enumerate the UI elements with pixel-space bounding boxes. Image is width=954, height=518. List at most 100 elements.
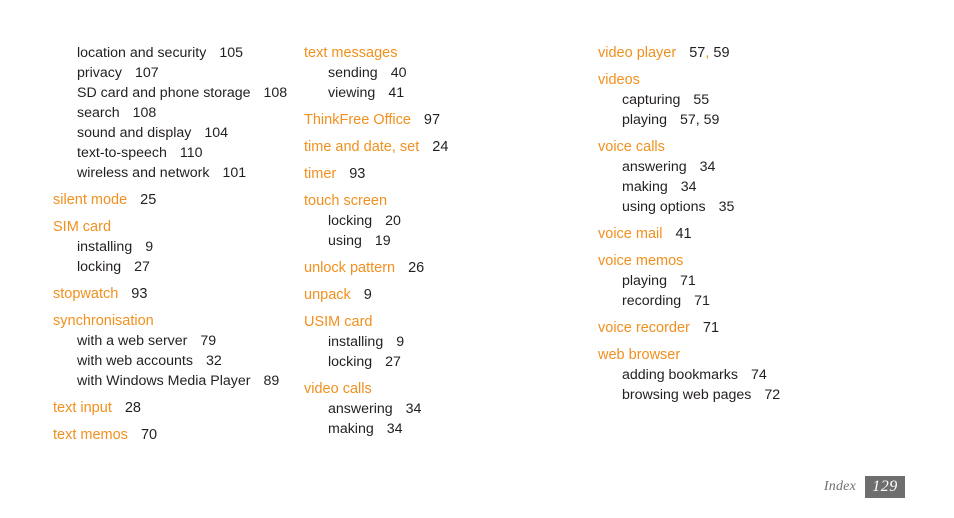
- index-subentry-list: playing 71 recording 71: [598, 271, 954, 311]
- index-entry-heading[interactable]: ThinkFree Office 97: [304, 110, 585, 130]
- index-entry-heading[interactable]: touch screen: [304, 191, 585, 211]
- index-entry-term: video calls: [304, 381, 372, 397]
- index-entry-heading[interactable]: voice calls: [598, 137, 954, 157]
- index-subentry-label: using options: [622, 199, 706, 215]
- index-entry: touch screen locking 20 using 19: [304, 191, 585, 251]
- index-entry-heading[interactable]: text memos 70: [53, 425, 292, 445]
- index-entry: location and security 105 privacy 107 SD car…: [53, 43, 292, 183]
- index-subentry[interactable]: playing 57, 59: [598, 110, 954, 130]
- index-subentry[interactable]: recording 71: [598, 291, 954, 311]
- index-entry: text input 28: [53, 398, 292, 418]
- index-entry-pages: 25: [140, 192, 157, 208]
- index-subentry-label: with a web server: [77, 333, 188, 349]
- index-subentry[interactable]: location and security 105: [53, 43, 292, 63]
- index-subentry-label: installing: [77, 239, 133, 255]
- index-subentry-label: using: [328, 233, 362, 249]
- footer-section-label: Index: [823, 479, 856, 494]
- index-entry-heading[interactable]: voice memos: [598, 251, 954, 271]
- index-subentry-label: capturing: [622, 92, 681, 108]
- index-entry-heading[interactable]: SIM card: [53, 217, 292, 237]
- index-entry-term: voice mail: [598, 226, 663, 242]
- index-entry-heading[interactable]: unlock pattern 26: [304, 258, 585, 278]
- index-subentry[interactable]: SD card and phone storage 108: [53, 83, 292, 103]
- index-subentry[interactable]: using 19: [304, 231, 585, 251]
- index-subentry[interactable]: playing 71: [598, 271, 954, 291]
- index-entry-term: SIM card: [53, 219, 112, 235]
- index-subentry[interactable]: making 34: [304, 419, 585, 439]
- index-subentry-label: text-to-speech: [77, 145, 167, 161]
- index-entry-heading[interactable]: stopwatch 93: [53, 284, 292, 304]
- index-entry-heading[interactable]: synchronisation: [53, 311, 292, 331]
- index-subentry-label: SD card and phone storage: [77, 85, 251, 101]
- index-entry-pages: 93: [349, 166, 366, 182]
- index-subentry-list: sending 40 viewing 41: [304, 63, 585, 103]
- index-subentry-label: privacy: [77, 65, 122, 81]
- index-subentry[interactable]: locking 27: [53, 257, 292, 277]
- page-footer: Index 129: [824, 476, 905, 498]
- index-entry-heading[interactable]: silent mode 25: [53, 190, 292, 210]
- index-entry-term: web browser: [598, 347, 681, 363]
- index-entry-heading[interactable]: video player 57, 59: [598, 43, 954, 63]
- index-entry-term: time and date, set: [304, 139, 420, 155]
- index-subentry-list: locking 20 using 19: [304, 211, 585, 251]
- index-subentry-pages: 40: [390, 65, 407, 81]
- index-subentry-label: with Windows Media Player: [77, 373, 251, 389]
- index-subentry-pages: 107: [134, 65, 159, 81]
- index-entry-heading[interactable]: text messages: [304, 43, 585, 63]
- index-entry-heading[interactable]: voice mail 41: [598, 224, 954, 244]
- index-subentry[interactable]: adding bookmarks 74: [598, 365, 954, 385]
- index-entry-heading[interactable]: timer 93: [304, 164, 585, 184]
- index-subentry[interactable]: browsing web pages 72: [598, 385, 954, 405]
- index-entry-heading[interactable]: video calls: [304, 379, 585, 399]
- index-entry-pages: 97: [423, 112, 441, 128]
- index-subentry-pages: 105: [219, 45, 244, 61]
- index-subentry[interactable]: locking 27: [304, 352, 585, 372]
- index-entry: text memos 70: [53, 425, 292, 445]
- index-subentry[interactable]: making 34: [598, 177, 954, 197]
- index-subentry-pages: 74: [750, 367, 767, 383]
- index-subentry[interactable]: search 108: [53, 103, 292, 123]
- index-subentry-label: search: [77, 105, 120, 121]
- index-subentry[interactable]: with a web server 79: [53, 331, 292, 351]
- index-subentry-label: locking: [328, 354, 373, 370]
- index-page: location and security 105 privacy 107 SD car…: [0, 0, 954, 518]
- index-subentry[interactable]: sending 40: [304, 63, 585, 83]
- index-entry-heading[interactable]: text input 28: [53, 398, 292, 418]
- index-subentry[interactable]: privacy 107: [53, 63, 292, 83]
- index-entry: silent mode 25: [53, 190, 292, 210]
- index-subentry[interactable]: answering 34: [304, 399, 585, 419]
- index-subentry[interactable]: viewing 41: [304, 83, 585, 103]
- index-entry: unlock pattern 26: [304, 258, 585, 278]
- index-entry: SIM card installing 9 locking 27: [53, 217, 292, 277]
- index-subentry[interactable]: wireless and network 101: [53, 163, 292, 183]
- index-entry-pages: 9: [363, 287, 372, 303]
- index-subentry[interactable]: installing 9: [304, 332, 585, 352]
- index-subentry[interactable]: locking 20: [304, 211, 585, 231]
- index-subentry-pages: 79: [200, 333, 217, 349]
- index-entry-heading[interactable]: voice recorder 71: [598, 318, 954, 338]
- index-entry-heading[interactable]: time and date, set 24: [304, 137, 585, 157]
- index-subentry[interactable]: with web accounts 32: [53, 351, 292, 371]
- index-entry-heading[interactable]: USIM card: [304, 312, 585, 332]
- index-subentry[interactable]: sound and display 104: [53, 123, 292, 143]
- index-subentry-pages: 19: [374, 233, 391, 249]
- index-subentry[interactable]: text-to-speech 110: [53, 143, 292, 163]
- index-subentry-pages: 35: [718, 199, 735, 215]
- index-subentry-label: adding bookmarks: [622, 367, 738, 383]
- index-column-1: text messages sending 40 viewing 41 ThinkFree…: [292, 43, 585, 439]
- index-entry-heading[interactable]: web browser: [598, 345, 954, 365]
- index-entry-term: unpack: [304, 287, 351, 303]
- index-entry-heading[interactable]: unpack 9: [304, 285, 585, 305]
- index-subentry[interactable]: capturing 55: [598, 90, 954, 110]
- index-subentry[interactable]: installing 9: [53, 237, 292, 257]
- index-subentry[interactable]: answering 34: [598, 157, 954, 177]
- index-subentry-pages: 108: [263, 85, 288, 101]
- index-entry: video player 57, 59: [598, 43, 954, 63]
- index-subentry-pages: 34: [405, 401, 422, 417]
- index-subentry-label: recording: [622, 293, 682, 309]
- index-entry: timer 93: [304, 164, 585, 184]
- index-subentry-pages: 110: [179, 145, 203, 161]
- index-entry-heading[interactable]: videos: [598, 70, 954, 90]
- index-subentry[interactable]: using options 35: [598, 197, 954, 217]
- index-subentry[interactable]: with Windows Media Player 89: [53, 371, 292, 391]
